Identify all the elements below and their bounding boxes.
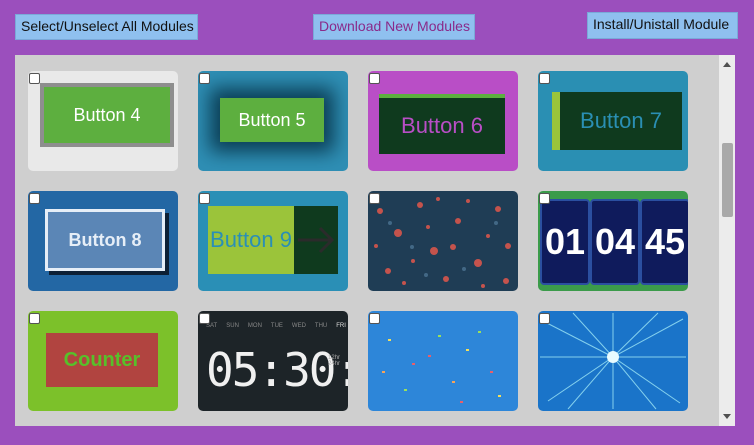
flip-digit: 04	[590, 199, 640, 285]
module-card-digital-clock[interactable]: SATSUNMON TUEWEDTHU FRI 05:30:03 12hr 24…	[198, 311, 348, 411]
scroll-thumb[interactable]	[722, 143, 733, 217]
counter-preview: Counter	[46, 333, 158, 387]
module-checkbox[interactable]	[199, 193, 210, 204]
module-checkbox[interactable]	[539, 193, 550, 204]
module-checkbox[interactable]	[369, 73, 380, 84]
module-card-button-9[interactable]: Button 9	[198, 191, 348, 291]
vertical-scrollbar[interactable]	[719, 55, 735, 426]
module-card-starburst[interactable]	[538, 311, 688, 411]
install-module-button[interactable]: Install/Unistall Module	[587, 12, 738, 39]
module-card-counter[interactable]: Counter	[28, 311, 178, 411]
modules-panel: Button 4 Button 5 Button 6 Button 7 Butt…	[15, 55, 735, 426]
module-card-button-4[interactable]: Button 4	[28, 71, 178, 171]
module-card-flip-counter[interactable]: 01 04 45	[538, 191, 688, 291]
download-modules-button[interactable]: Download New Modules	[313, 14, 475, 40]
module-checkbox[interactable]	[369, 313, 380, 324]
module-checkbox[interactable]	[539, 73, 550, 84]
scroll-down-icon[interactable]	[723, 414, 731, 419]
button-6-preview: Button 6	[379, 94, 505, 154]
module-checkbox[interactable]	[539, 313, 550, 324]
module-card-button-8[interactable]: Button 8	[28, 191, 178, 291]
arrow-right-icon	[294, 206, 338, 274]
confetti-preview	[382, 331, 501, 403]
weekday-row: SAT SUN MON TUE WED THU FRI	[206, 323, 346, 329]
flip-digit: 01	[540, 199, 590, 285]
button-4-preview: Button 4	[40, 83, 174, 147]
button-9-preview: Button 9	[208, 206, 294, 274]
flip-digit: 45	[640, 199, 688, 285]
module-card-button-6[interactable]: Button 6	[368, 71, 518, 171]
module-card-confetti[interactable]	[368, 311, 518, 411]
module-checkbox[interactable]	[29, 73, 40, 84]
button-5-preview: Button 5	[220, 98, 324, 142]
module-checkbox[interactable]	[199, 313, 210, 324]
particles-preview	[374, 197, 511, 288]
starburst-preview	[540, 312, 686, 410]
button-8-preview: Button 8	[45, 209, 165, 271]
module-checkbox[interactable]	[29, 193, 40, 204]
module-checkbox[interactable]	[29, 313, 40, 324]
module-checkbox[interactable]	[199, 73, 210, 84]
module-card-button-5[interactable]: Button 5	[198, 71, 348, 171]
clock-display: 05:30:03	[206, 343, 348, 397]
select-all-modules-button[interactable]: Select/Unselect All Modules	[15, 14, 198, 40]
module-card-particles[interactable]	[368, 191, 518, 291]
module-checkbox[interactable]	[369, 193, 380, 204]
scroll-up-icon[interactable]	[723, 62, 731, 67]
button-7-preview: Button 7	[552, 92, 682, 150]
module-card-button-7[interactable]: Button 7	[538, 71, 688, 171]
am-pm-label: 12hr 24hr	[328, 355, 341, 367]
